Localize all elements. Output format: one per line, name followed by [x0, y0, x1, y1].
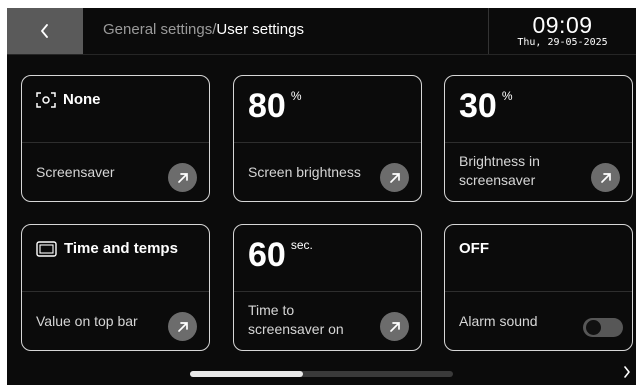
card-label-line1: Brightness in	[459, 153, 540, 169]
timeout-unit: sec.	[290, 238, 313, 252]
breadcrumb-parent[interactable]: General settings/	[103, 21, 216, 38]
card-screen-brightness[interactable]: 80 % Screen brightness	[233, 75, 422, 202]
card-label: Value on top bar	[36, 313, 138, 329]
breadcrumb-current: User settings	[216, 21, 304, 38]
screensaver-icon	[36, 91, 56, 108]
card-value: None	[36, 91, 101, 108]
card-label-line2: screensaver on	[248, 321, 344, 337]
card-value: 80 %	[248, 86, 302, 126]
open-screensaver-brightness-button[interactable]	[591, 163, 620, 192]
card-brightness-screensaver[interactable]: 30 % Brightness in screensaver	[444, 75, 633, 202]
next-page-button[interactable]	[623, 365, 631, 383]
device-screen: General settings/User settings 09:09 Thu…	[7, 8, 636, 385]
card-value: 30 %	[459, 86, 513, 126]
card-label-line1: Time to	[248, 302, 295, 318]
arrow-up-right-icon	[177, 321, 188, 332]
open-brightness-button[interactable]	[380, 163, 409, 192]
card-value-on-top-bar[interactable]: Time and temps Value on top bar	[21, 224, 210, 351]
divider	[22, 291, 209, 292]
top-bar: General settings/User settings 09:09 Thu…	[7, 8, 636, 55]
breadcrumb: General settings/User settings	[103, 8, 304, 54]
card-value-text: None	[63, 91, 101, 108]
card-label-line2: screensaver	[459, 172, 536, 188]
display-frame-icon	[36, 240, 57, 257]
card-value: OFF	[459, 240, 489, 257]
chevron-left-icon	[41, 24, 48, 38]
page-scroll-thumb[interactable]	[190, 371, 303, 377]
card-value-text: Time and temps	[64, 240, 178, 257]
brightness-unit: %	[290, 89, 302, 103]
open-screensaver-button[interactable]	[168, 163, 197, 192]
arrow-up-right-icon	[389, 172, 400, 183]
card-alarm-sound: OFF Alarm sound	[444, 224, 633, 351]
clock-date: Thu, 29-05-2025	[517, 37, 608, 48]
alarm-sound-toggle[interactable]	[583, 318, 623, 337]
arrow-up-right-icon	[177, 172, 188, 183]
alarm-state-text: OFF	[459, 240, 489, 257]
clock: 09:09 Thu, 29-05-2025	[489, 8, 636, 54]
back-button[interactable]	[7, 8, 83, 54]
card-screensaver[interactable]: None Screensaver	[21, 75, 210, 202]
arrow-up-right-icon	[600, 172, 611, 183]
divider	[234, 142, 421, 143]
card-value: Time and temps	[36, 240, 178, 257]
toggle-knob	[586, 320, 601, 335]
divider	[445, 142, 632, 143]
timeout-value: 60	[248, 236, 286, 274]
card-label: Screensaver	[36, 164, 115, 180]
divider	[22, 142, 209, 143]
screensaver-brightness-unit: %	[501, 89, 513, 103]
page-scroll-track[interactable]	[190, 371, 453, 377]
divider	[445, 291, 632, 292]
open-screensaver-timeout-button[interactable]	[380, 312, 409, 341]
card-label: Brightness in screensaver	[459, 152, 540, 190]
card-label: Screen brightness	[248, 164, 361, 180]
chevron-right-icon	[624, 366, 630, 378]
arrow-up-right-icon	[389, 321, 400, 332]
card-screensaver-timeout[interactable]: 60 sec. Time to screensaver on	[233, 224, 422, 351]
divider	[234, 291, 421, 292]
clock-time: 09:09	[532, 12, 593, 38]
open-top-bar-value-button[interactable]	[168, 312, 197, 341]
card-label: Time to screensaver on	[248, 301, 344, 339]
card-label: Alarm sound	[459, 313, 538, 329]
card-value: 60 sec.	[248, 235, 313, 275]
brightness-value: 80	[248, 87, 286, 125]
screensaver-brightness-value: 30	[459, 87, 497, 125]
